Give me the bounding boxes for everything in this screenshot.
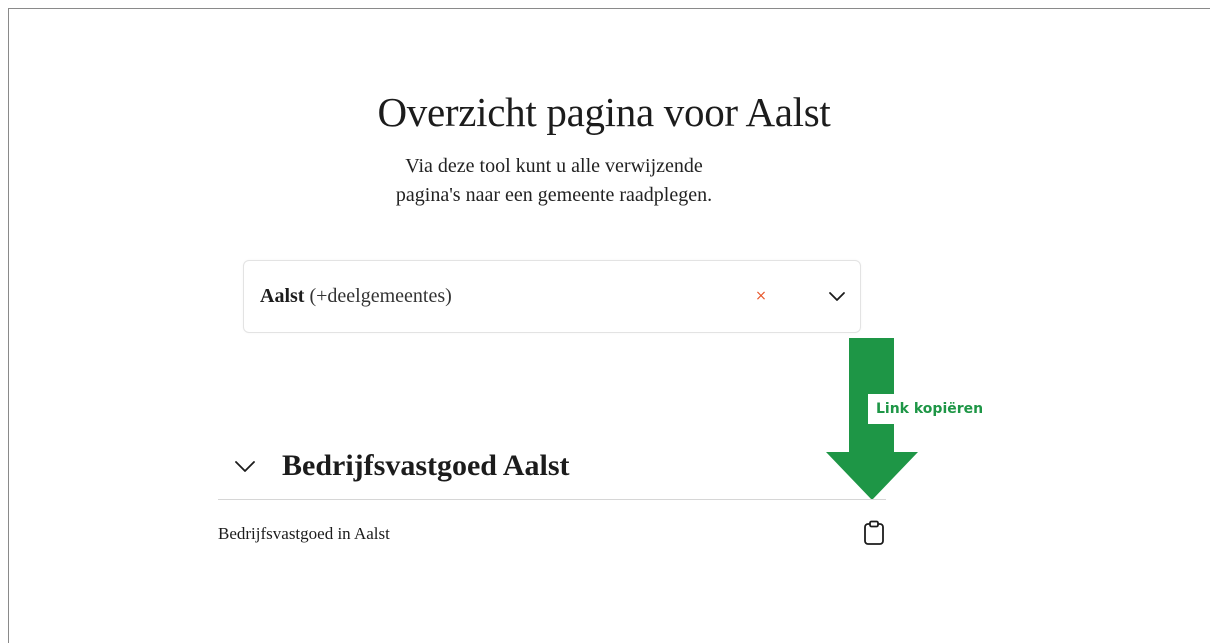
close-icon[interactable]: × xyxy=(754,287,768,305)
municipality-suffix: (+deelgemeentes) xyxy=(309,285,452,307)
chevron-down-icon[interactable] xyxy=(828,289,846,303)
list-item-label: Bedrijfsvastgoed in Aalst xyxy=(218,524,390,543)
municipality-name: Aalst xyxy=(260,285,305,307)
page-title: Overzicht pagina voor Aalst xyxy=(377,89,831,135)
section-title: Bedrijfsvastgoed Aalst xyxy=(282,449,570,482)
subtitle-line-1: Via deze tool kunt u alle verwijzende xyxy=(405,155,703,177)
subtitle-line-2: pagina's naar een gemeente raadplegen. xyxy=(395,184,713,206)
section-toggle-bedrijfsvastgoed[interactable]: Bedrijfsvastgoed Aalst xyxy=(234,444,570,488)
municipality-select[interactable]: Aalst (+deelgemeentes) × xyxy=(243,260,861,333)
page-subtitle: Via deze tool kunt u alle verwijzende pa… xyxy=(300,152,808,210)
clipboard-icon[interactable] xyxy=(862,520,886,546)
section-divider xyxy=(218,499,886,500)
annotation-label: Link kopiëren xyxy=(868,394,998,424)
chevron-down-icon xyxy=(235,461,255,472)
municipality-select-value: Aalst (+deelgemeentes) xyxy=(260,285,452,308)
